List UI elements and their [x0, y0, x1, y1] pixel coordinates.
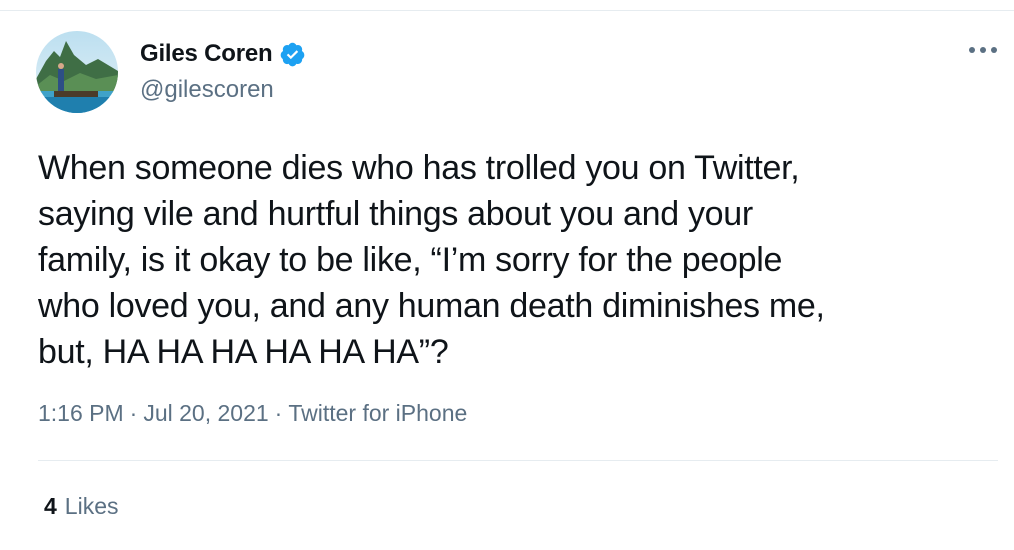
likes-link[interactable]: 4 Likes	[44, 493, 119, 520]
likes-label: Likes	[64, 493, 119, 519]
avatar-image	[36, 31, 118, 113]
top-divider	[0, 10, 1014, 11]
likes-count: 4	[44, 493, 57, 519]
tweet-source[interactable]: Twitter for iPhone	[288, 400, 467, 427]
meta-separator: ·	[129, 400, 138, 426]
user-name-row: Giles Coren	[140, 40, 306, 68]
meta-separator: ·	[274, 400, 283, 426]
tweet-metadata: 1:16 PM · Jul 20, 2021 · Twitter for iPh…	[38, 400, 467, 427]
tweet-time[interactable]: 1:16 PM	[38, 400, 124, 427]
tweet-text: When someone dies who has trolled you on…	[38, 149, 825, 371]
verified-badge-icon	[279, 41, 306, 68]
tweet-date[interactable]: Jul 20, 2021	[143, 400, 268, 427]
stats-divider	[38, 460, 998, 461]
more-options-button[interactable]	[966, 38, 1000, 62]
user-handle[interactable]: @gilescoren	[140, 76, 274, 104]
display-name[interactable]: Giles Coren	[140, 40, 273, 68]
avatar[interactable]	[36, 31, 118, 113]
more-options-icon	[969, 47, 997, 53]
